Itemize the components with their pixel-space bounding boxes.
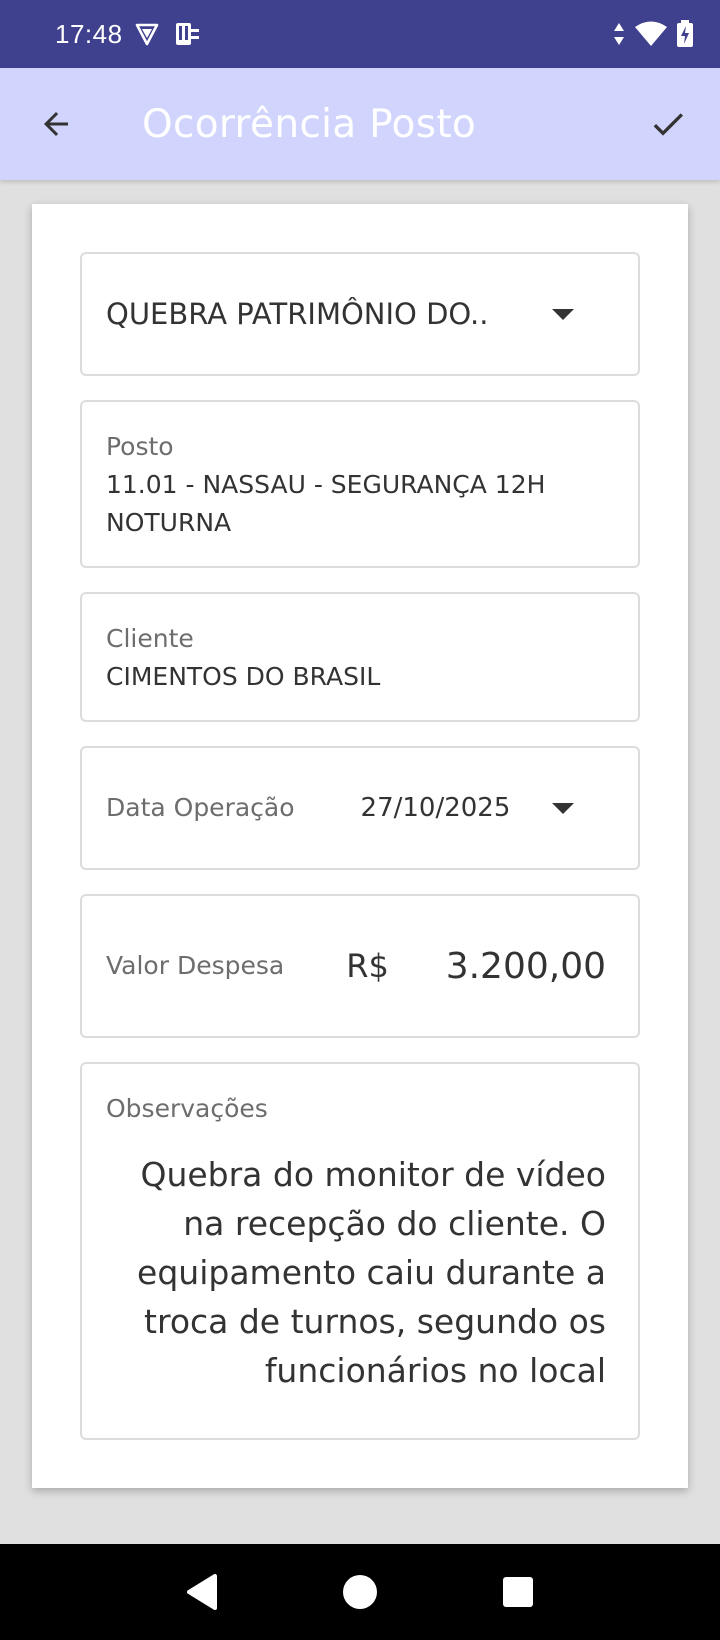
currency-symbol: R$ [346,947,389,985]
nav-recents-button[interactable] [494,1568,542,1616]
data-operacao-value: 27/10/2025 [360,793,511,823]
observacoes-label: Observações [106,1094,268,1123]
posto-value: 11.01 - NASSAU - SEGURANÇA 12H NOTURNA [106,470,546,537]
system-navigation-bar [0,1544,720,1640]
nav-back-button[interactable] [178,1568,226,1616]
status-notification-icons [135,21,201,47]
nav-home-button[interactable] [336,1568,384,1616]
check-icon [653,113,683,136]
observacoes-field[interactable]: Observações Quebra do monitor de vídeo n… [80,1062,640,1440]
cliente-field: Cliente CIMENTOS DO BRASIL [80,592,640,722]
vpn-shield-icon [135,23,158,46]
occurrence-form-card: QUEBRA PATRIMÔNIO DO.. Posto 11.01 - NAS… [32,204,688,1488]
data-operacao-dropdown[interactable]: Data Operação 27/10/2025 [80,746,640,870]
observacoes-textarea[interactable]: Quebra do monitor de vídeo na recepção d… [106,1150,606,1395]
status-time: 17:48 [55,18,123,49]
valor-despesa-label: Valor Despesa [106,951,285,980]
valor-despesa-input[interactable]: 3.200,00 [446,946,606,987]
posto-label: Posto [106,432,174,461]
page-title: Ocorrência Posto [142,101,477,147]
battery-charging-icon [677,20,693,47]
dropdown-caret-icon [552,308,574,320]
status-bar: 17:48 [0,0,720,68]
status-system-icons [612,20,694,48]
occurrence-type-value: QUEBRA PATRIMÔNIO DO.. [106,297,489,331]
occurrence-type-dropdown[interactable]: QUEBRA PATRIMÔNIO DO.. [80,252,640,376]
square-recents-icon [503,1577,533,1607]
triangle-back-icon [187,1574,217,1610]
confirm-button[interactable] [640,96,696,152]
device-icon [175,23,199,45]
wifi-icon [635,21,667,46]
cliente-label: Cliente [106,624,194,653]
data-arrows-icon [614,23,624,45]
valor-despesa-field[interactable]: Valor Despesa R$ 3.200,00 [80,894,640,1038]
app-bar: Ocorrência Posto [0,68,720,180]
cliente-value: CIMENTOS DO BRASIL [106,662,381,691]
arrow-back-icon [44,112,68,136]
circle-home-icon [343,1575,377,1609]
posto-field: Posto 11.01 - NASSAU - SEGURANÇA 12H NOT… [80,400,640,568]
data-operacao-label: Data Operação [106,793,295,822]
dropdown-caret-icon [552,802,574,814]
back-button[interactable] [28,96,84,152]
